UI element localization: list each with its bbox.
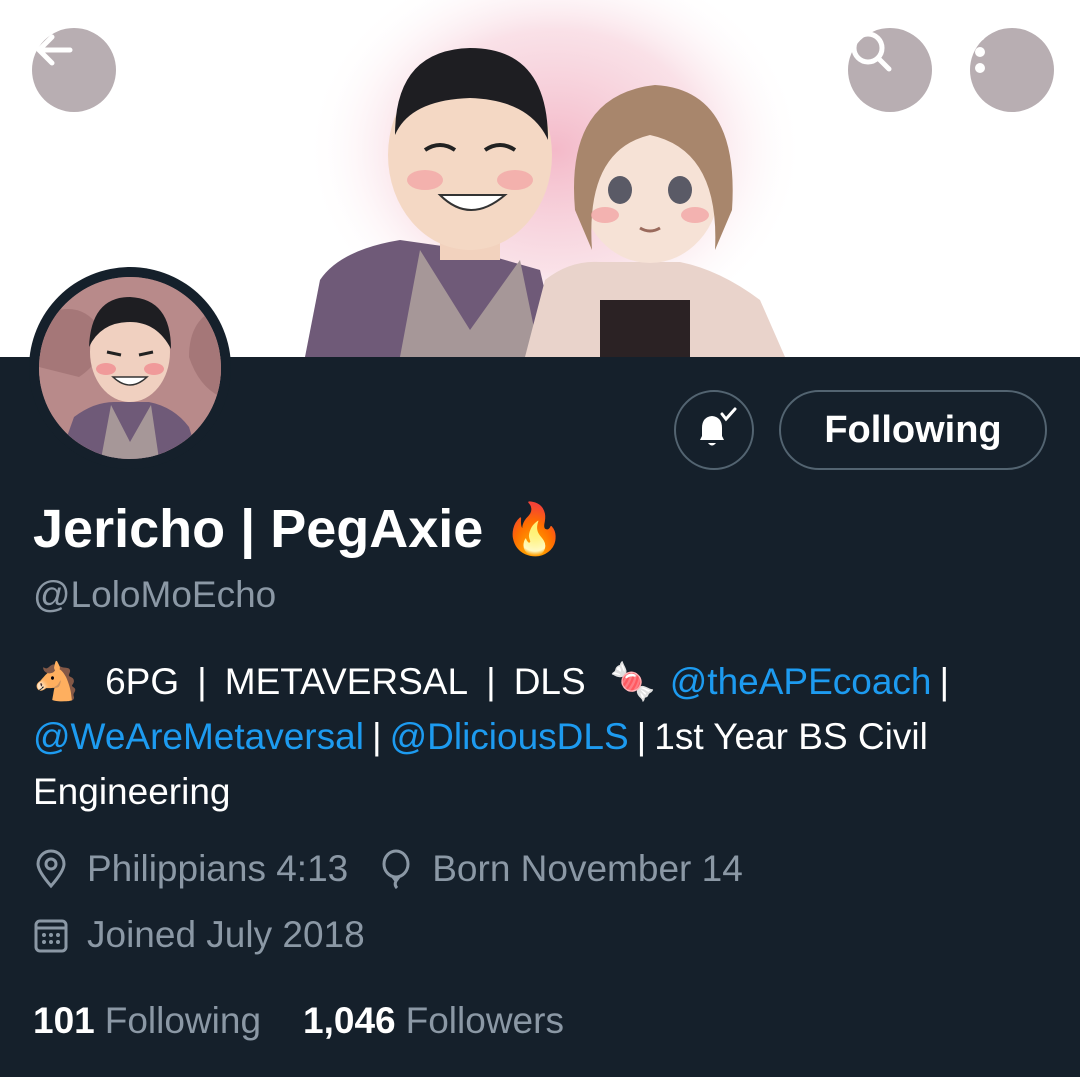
balloon-icon	[378, 849, 414, 889]
candy-emoji: 🍬	[609, 661, 656, 702]
horse-emoji: 🐴	[33, 661, 80, 702]
bio-text: 6PG	[105, 661, 180, 702]
bio-separator: |	[636, 716, 647, 757]
profile-bio: 🐴 6PG | METAVERSAL | DLS 🍬 @theAPEcoach …	[33, 654, 1043, 819]
following-button[interactable]: Following	[779, 390, 1047, 470]
avatar-image	[39, 277, 221, 459]
bio-text: 1st Year BS Civil	[654, 716, 928, 757]
followers-label: Followers	[405, 1000, 564, 1041]
bio-separator: |	[486, 661, 496, 702]
mention-link[interactable]: @DliciousDLS	[390, 709, 629, 764]
back-button[interactable]	[32, 28, 116, 112]
location-text: Philippians 4:13	[87, 848, 349, 889]
profile-meta-row: Philippians 4:13 Born November 14	[33, 848, 743, 890]
display-name-text: Jericho | PegAxie	[33, 499, 484, 559]
profile-meta-row: Joined July 2018	[33, 914, 365, 956]
followers-stat[interactable]: 1,046 Followers	[303, 1000, 564, 1042]
bell-check-icon	[700, 407, 737, 446]
avatar[interactable]	[39, 277, 221, 459]
fire-emoji: 🔥	[503, 500, 566, 557]
following-count: 101	[33, 1000, 95, 1041]
following-stat[interactable]: 101 Following	[33, 1000, 261, 1042]
following-label: Following	[104, 1000, 262, 1041]
bio-separator: |	[371, 716, 382, 757]
mention-link[interactable]: @WeAreMetaversal	[33, 709, 364, 764]
joined-text: Joined July 2018	[87, 914, 365, 955]
mention-link[interactable]: @theAPEcoach	[670, 654, 932, 709]
more-options-button[interactable]	[970, 28, 1054, 112]
search-icon	[851, 31, 892, 72]
arrow-left-icon	[36, 34, 73, 66]
search-button[interactable]	[848, 28, 932, 112]
followers-count: 1,046	[303, 1000, 396, 1041]
follow-stats: 101 Following 1,046 Followers	[33, 1000, 564, 1042]
birthday-text: Born November 14	[432, 848, 743, 889]
display-name: Jericho | PegAxie 🔥	[33, 498, 566, 560]
bio-line: Engineering	[33, 764, 1043, 819]
bio-separator: |	[197, 661, 207, 702]
location-pin-icon	[33, 849, 69, 889]
bio-text: DLS	[513, 661, 586, 702]
profile-avatar-frame[interactable]	[29, 267, 231, 469]
user-handle: @LoloMoEcho	[33, 574, 277, 615]
bio-line: 🐴 6PG | METAVERSAL | DLS 🍬 @theAPEcoach …	[33, 654, 1043, 709]
bio-line: @WeAreMetaversal | @DliciousDLS | 1st Ye…	[33, 709, 1043, 764]
bio-text: METAVERSAL	[224, 661, 469, 702]
bio-text: Engineering	[33, 771, 231, 812]
calendar-icon	[33, 915, 69, 955]
more-vertical-icon	[975, 31, 985, 73]
notifications-toggle-button[interactable]	[674, 390, 754, 470]
bio-separator: |	[939, 661, 950, 702]
